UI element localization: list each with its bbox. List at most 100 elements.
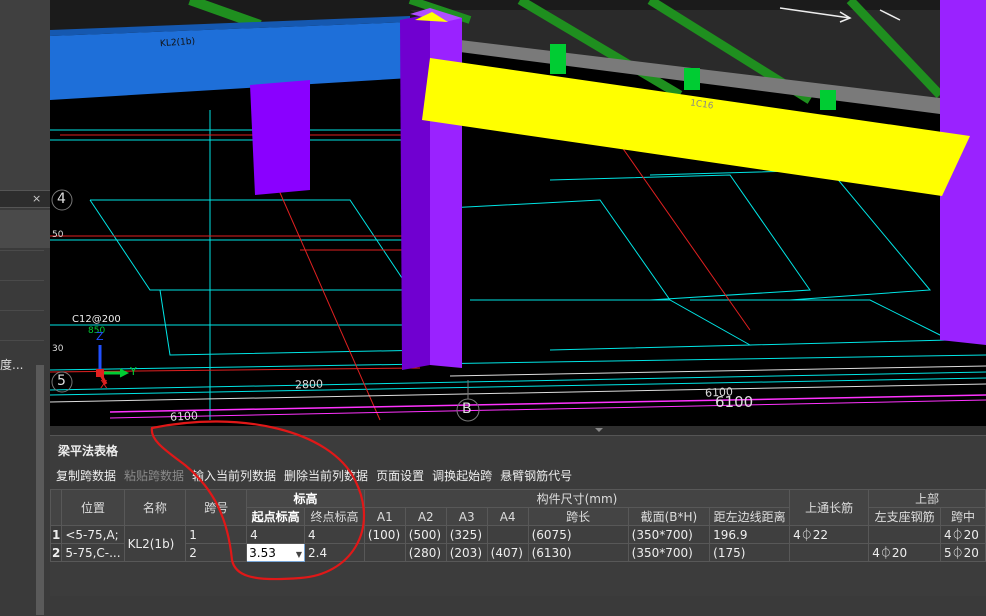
triad-x-label: X <box>100 378 108 391</box>
cell-end-elevation[interactable]: 4 <box>304 525 365 544</box>
table-area-background <box>50 596 986 616</box>
left-panel-selected-row[interactable] <box>0 210 50 248</box>
dimension-6100-small: 6100 <box>704 385 734 400</box>
cell-section[interactable]: (350*700) <box>627 525 711 544</box>
app-root: × 度... 4 5 B 2800 6100 6100 6100 C12@200… <box>0 0 986 616</box>
cell-top-through[interactable] <box>789 543 870 562</box>
panel-toolbar: 复制跨数据 粘贴跨数据 输入当前列数据 删除当前列数据 页面设置 调换起始跨 悬… <box>56 468 572 486</box>
grid-label-4: 4 <box>57 191 66 207</box>
col-header-elevation[interactable]: 标高 <box>246 489 365 508</box>
grid-label-B: B <box>462 401 472 417</box>
cell-top-through[interactable]: 4⏀22 <box>789 525 870 544</box>
cell-span-mid[interactable]: 4⏀20 <box>940 525 986 544</box>
row-number[interactable]: 2 <box>49 543 63 562</box>
cell-a1[interactable]: (100) <box>363 525 406 544</box>
col-header-name[interactable]: 名称 <box>123 489 187 526</box>
cell-span-no[interactable]: 2 <box>185 543 248 562</box>
col-header-start-elevation[interactable]: 起点标高 <box>246 507 306 526</box>
page-setup-button[interactable]: 页面设置 <box>376 468 424 486</box>
cell-start-elevation[interactable]: 4 <box>246 525 306 544</box>
header-row-1: 位置 名称 跨号 标高 构件尺寸(mm) 上通长筋 上部 <box>49 489 986 526</box>
panel-splitter[interactable] <box>50 426 986 436</box>
col-header-dimensions[interactable]: 构件尺寸(mm) <box>363 489 791 508</box>
col-header-a2[interactable]: A2 <box>404 507 447 526</box>
col-header-a3[interactable]: A3 <box>445 507 488 526</box>
left-panel-divider <box>0 310 44 311</box>
beam-table: 位置 名称 跨号 标高 构件尺寸(mm) 上通长筋 上部 起点标高 终点标高 A… <box>49 489 986 562</box>
cell-a4[interactable] <box>486 525 529 544</box>
left-panel-header <box>0 190 50 208</box>
col-header-end-elevation[interactable]: 终点标高 <box>304 507 365 526</box>
paste-span-data-button[interactable]: 粘贴跨数据 <box>124 468 184 486</box>
cell-position[interactable]: 5-75,C-... <box>61 543 125 562</box>
left-panel-scrollbar[interactable] <box>36 365 44 615</box>
cell-span-length[interactable]: (6075) <box>527 525 629 544</box>
start-elevation-edit-cell[interactable]: 3.53 ▼ <box>246 543 306 562</box>
cell-span-no[interactable]: 1 <box>185 525 248 544</box>
cell-a2[interactable]: (500) <box>404 525 447 544</box>
table-row: 2 5-75,C-... 2 3.53 ▼ 2.4 (280) (203) (40… <box>49 543 986 562</box>
value-annotation: 50 <box>52 230 64 240</box>
col-header-a4[interactable]: A4 <box>486 507 529 526</box>
cell-span-length[interactable]: (6130) <box>527 543 629 562</box>
left-panel-top <box>0 0 50 190</box>
col-header-span-length[interactable]: 跨长 <box>527 507 629 526</box>
cell-a1[interactable] <box>363 543 406 562</box>
delete-column-data-button[interactable]: 删除当前列数据 <box>284 468 368 486</box>
dimension-6100-left: 6100 <box>169 409 199 424</box>
row-number-header <box>49 489 63 526</box>
beam-table-panel: 梁平法表格 复制跨数据 粘贴跨数据 输入当前列数据 删除当前列数据 页面设置 调… <box>49 426 986 616</box>
left-panel-item-label[interactable]: 度... <box>0 356 23 373</box>
dimension-2800: 2800 <box>294 377 324 392</box>
swap-start-span-button[interactable]: 调换起始跨 <box>432 468 492 486</box>
col-header-left-support[interactable]: 左支座钢筋 <box>868 507 942 526</box>
triad-z-label: Z <box>96 330 104 343</box>
col-header-span-mid[interactable]: 跨中 <box>940 507 986 526</box>
green-column <box>550 44 566 74</box>
model-canvas <box>50 0 986 422</box>
cell-left-support[interactable] <box>868 525 942 544</box>
cell-edge-distance[interactable]: 196.9 <box>709 525 791 544</box>
3d-model-viewport[interactable]: 4 5 B 2800 6100 6100 6100 C12@200 850 50… <box>50 0 986 426</box>
purple-column <box>400 14 430 370</box>
col-header-top-through[interactable]: 上通长筋 <box>789 489 870 526</box>
col-header-a1[interactable]: A1 <box>363 507 406 526</box>
col-header-section[interactable]: 截面(B*H) <box>627 507 711 526</box>
panel-title: 梁平法表格 <box>58 444 119 458</box>
copy-span-data-button[interactable]: 复制跨数据 <box>56 468 116 486</box>
row-number[interactable]: 1 <box>49 525 63 544</box>
triad-y-label: Y <box>130 365 137 378</box>
col-header-span-no[interactable]: 跨号 <box>185 489 248 526</box>
table-row: 1 <5-75,A; KL2(1b) 1 4 4 (100) (500) (32… <box>49 525 986 562</box>
close-icon[interactable]: × <box>32 193 41 204</box>
start-elevation-input[interactable]: 3.53 <box>249 546 276 560</box>
left-side-panel: × 度... <box>0 0 50 616</box>
rebar-annotation: C12@200 <box>72 314 121 325</box>
col-header-upper[interactable]: 上部 <box>868 489 986 508</box>
cell-edge-distance[interactable]: (175) <box>709 543 791 562</box>
collapse-arrow-icon[interactable] <box>595 428 603 432</box>
cell-end-elevation[interactable]: 2.4 <box>304 543 365 562</box>
dropdown-arrow-icon[interactable]: ▼ <box>296 550 302 559</box>
input-column-data-button[interactable]: 输入当前列数据 <box>192 468 276 486</box>
col-header-position[interactable]: 位置 <box>61 489 125 526</box>
left-panel-divider <box>0 280 44 281</box>
purple-column <box>250 80 310 195</box>
cell-name[interactable]: KL2(1b) <box>123 525 187 562</box>
left-panel-divider <box>0 340 44 341</box>
cell-section[interactable]: (350*700) <box>627 543 711 562</box>
cell-position[interactable]: <5-75,A; <box>61 525 125 544</box>
cell-a3[interactable]: (325) <box>445 525 488 544</box>
grid-label-5: 5 <box>57 373 66 389</box>
cell-span-mid[interactable]: 5⏀20 <box>940 543 986 562</box>
green-column <box>820 90 836 110</box>
col-header-edge-distance[interactable]: 距左边线距离 <box>709 507 791 526</box>
value-annotation: 30 <box>52 344 64 354</box>
green-column <box>684 68 700 90</box>
cell-left-support[interactable]: 4⏀20 <box>868 543 942 562</box>
cell-a4[interactable]: (407) <box>486 543 529 562</box>
cell-a3[interactable]: (203) <box>445 543 488 562</box>
cantilever-rebar-code-button[interactable]: 悬臂钢筋代号 <box>500 468 572 486</box>
left-panel-divider <box>0 250 44 251</box>
cell-a2[interactable]: (280) <box>404 543 447 562</box>
